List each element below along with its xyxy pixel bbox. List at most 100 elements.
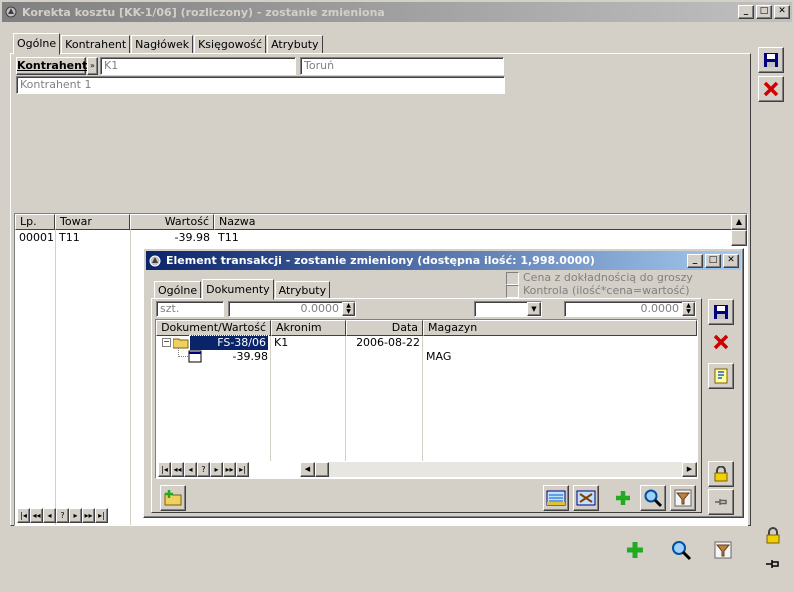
nav-prev-button[interactable]: ◂	[184, 462, 197, 477]
quantity-field[interactable]: 0.0000 ▲ ▼	[228, 301, 356, 317]
tree-magazyn-cell: MAG	[426, 350, 452, 363]
dialog-filter-button[interactable]	[670, 485, 696, 511]
dialog-minimize-button[interactable]: _	[687, 253, 703, 268]
nav-last-button[interactable]: ▸|	[236, 462, 249, 477]
delete-button[interactable]	[758, 76, 784, 102]
dialog-add-folder-button[interactable]	[160, 485, 186, 511]
search-button[interactable]	[668, 537, 694, 563]
tab-ogolne[interactable]: Ogólne	[13, 33, 61, 55]
close-button[interactable]: ✕	[774, 5, 790, 19]
grid-column-line	[55, 230, 56, 525]
quantity-spin-button[interactable]: ▲ ▼	[342, 302, 355, 316]
checkbox-box[interactable]	[506, 284, 519, 298]
column-header-magazyn[interactable]: Magazyn	[423, 320, 697, 336]
nav-help-button[interactable]: ?	[197, 462, 210, 477]
dialog-close-button[interactable]: ✕	[723, 253, 739, 268]
tab-atrybuty[interactable]: Atrybuty	[267, 35, 323, 54]
tree-expand-icon[interactable]: −	[162, 338, 171, 347]
dialog-lock-button[interactable]	[708, 461, 734, 487]
unit-field[interactable]: szt.	[156, 301, 224, 317]
add-button[interactable]	[622, 537, 648, 563]
maximize-button[interactable]: □	[756, 5, 772, 19]
nav-first-button[interactable]: |◂	[17, 508, 30, 523]
pin-button[interactable]	[760, 551, 786, 577]
dialog-search-button[interactable]	[640, 485, 666, 511]
dialog-grid-button[interactable]	[573, 485, 599, 511]
save-icon	[714, 305, 728, 319]
save-icon	[764, 53, 778, 67]
plus-icon	[616, 491, 630, 505]
nav-prev-button[interactable]: ◂	[43, 508, 56, 523]
tree-data-cell: 2006-08-22	[356, 336, 420, 349]
nav-next-button[interactable]: ▸	[210, 462, 223, 477]
tree-value-cell: -39.98	[232, 350, 268, 363]
column-header-data[interactable]: Data	[346, 320, 423, 336]
kontrahent-code-field[interactable]: K1	[100, 57, 296, 75]
scroll-left-button[interactable]: ◀	[300, 462, 315, 477]
nav-next-button[interactable]: ▸	[69, 508, 82, 523]
scroll-up-button[interactable]: ▲	[731, 214, 747, 230]
items-vertical-scrollbar[interactable]: ▲	[731, 214, 747, 246]
scroll-thumb[interactable]	[315, 462, 329, 477]
dialog-tab-dokumenty[interactable]: Dokumenty	[202, 279, 274, 300]
document-icon	[188, 350, 202, 367]
column-header-dokument[interactable]: Dokument/Wartość	[156, 320, 271, 336]
column-header-lp[interactable]: Lp.	[15, 214, 55, 230]
column-header-wartosc[interactable]: Wartość	[130, 214, 214, 230]
tree-row[interactable]: − FS-38/06 K1 2006-08-22	[156, 335, 697, 351]
scroll-right-button[interactable]: ▶	[682, 462, 697, 477]
filter-icon	[714, 541, 732, 559]
dialog-save-button[interactable]	[708, 299, 734, 325]
kontrahent-dropdown-button[interactable]: »	[87, 57, 98, 75]
table-row[interactable]: 00001 T11 -39.98 T11	[15, 230, 747, 245]
nav-next-page-button[interactable]: ▸▸	[223, 462, 236, 477]
nav-prev-page-button[interactable]: ◂◂	[30, 508, 43, 523]
kontrahent-button[interactable]: Kontrahent	[16, 57, 87, 75]
checkbox-box[interactable]	[506, 271, 519, 285]
kontrahent-city-field[interactable]: Toruń	[300, 57, 504, 75]
column-header-towar[interactable]: Towar	[55, 214, 130, 230]
save-button[interactable]	[758, 47, 784, 73]
control-checkbox-label: Kontrola (ilość*cena=wartość)	[523, 284, 690, 297]
main-tabs: Ogólne Kontrahent Nagłówek Księgowość At…	[13, 32, 324, 55]
tab-naglowek[interactable]: Nagłówek	[131, 35, 194, 54]
nav-first-button[interactable]: |◂	[158, 462, 171, 477]
kontrahent-name-field[interactable]: Kontrahent 1	[16, 76, 505, 94]
dialog-tab-ogolne[interactable]: Ogólne	[154, 281, 202, 299]
column-header-akronim[interactable]: Akronim	[271, 320, 346, 336]
main-title-bar[interactable]: Korekta kosztu [KK-1/06] (rozliczony) - …	[2, 2, 792, 22]
dialog-list-button[interactable]	[543, 485, 569, 511]
tab-kontrahent[interactable]: Kontrahent	[61, 35, 131, 54]
select-dropdown[interactable]: ▼	[474, 301, 542, 317]
control-checkbox[interactable]: Kontrola (ilość*cena=wartość)	[506, 284, 690, 298]
quantity-value: 0.0000	[300, 302, 340, 315]
filter-button[interactable]	[710, 537, 736, 563]
nav-help-button[interactable]: ?	[56, 508, 69, 523]
grid-column-line	[130, 230, 131, 525]
column-header-nazwa[interactable]: Nazwa	[214, 214, 747, 230]
minimize-button[interactable]: _	[738, 5, 754, 19]
amount-spin-button[interactable]: ▲ ▼	[682, 302, 695, 316]
dialog-report-button[interactable]	[708, 363, 734, 389]
nav-last-button[interactable]: ▸|	[95, 508, 108, 523]
dialog-title-bar[interactable]: Element transakcji - zostanie zmieniony …	[146, 251, 741, 270]
amount-field[interactable]: 0.0000 ▲ ▼	[564, 301, 696, 317]
tab-ksiegowosc[interactable]: Księgowość	[194, 35, 267, 54]
nav-next-page-button[interactable]: ▸▸	[82, 508, 95, 523]
nav-prev-page-button[interactable]: ◂◂	[171, 462, 184, 477]
tree-row[interactable]: -39.98 MAG	[156, 348, 697, 367]
report-icon	[714, 368, 728, 384]
dialog-pin-button[interactable]	[708, 489, 734, 515]
chevron-down-icon[interactable]: ▼	[527, 302, 541, 316]
dialog-add-button[interactable]	[610, 485, 636, 511]
app-icon	[4, 5, 18, 19]
precision-checkbox[interactable]: Cena z dokładnością do groszy	[506, 271, 693, 285]
dialog-maximize-button[interactable]: □	[705, 253, 721, 268]
dialog-delete-button[interactable]	[708, 329, 734, 355]
documents-grid[interactable]: Dokument/Wartość Akronim Data Magazyn − …	[155, 319, 698, 479]
documents-horizontal-scrollbar[interactable]: ◀ ▶	[300, 462, 697, 477]
dialog-tab-atrybuty[interactable]: Atrybuty	[274, 281, 331, 299]
lock-button[interactable]	[760, 523, 786, 549]
amount-value: 0.0000	[640, 302, 680, 315]
scroll-thumb[interactable]	[731, 230, 747, 246]
